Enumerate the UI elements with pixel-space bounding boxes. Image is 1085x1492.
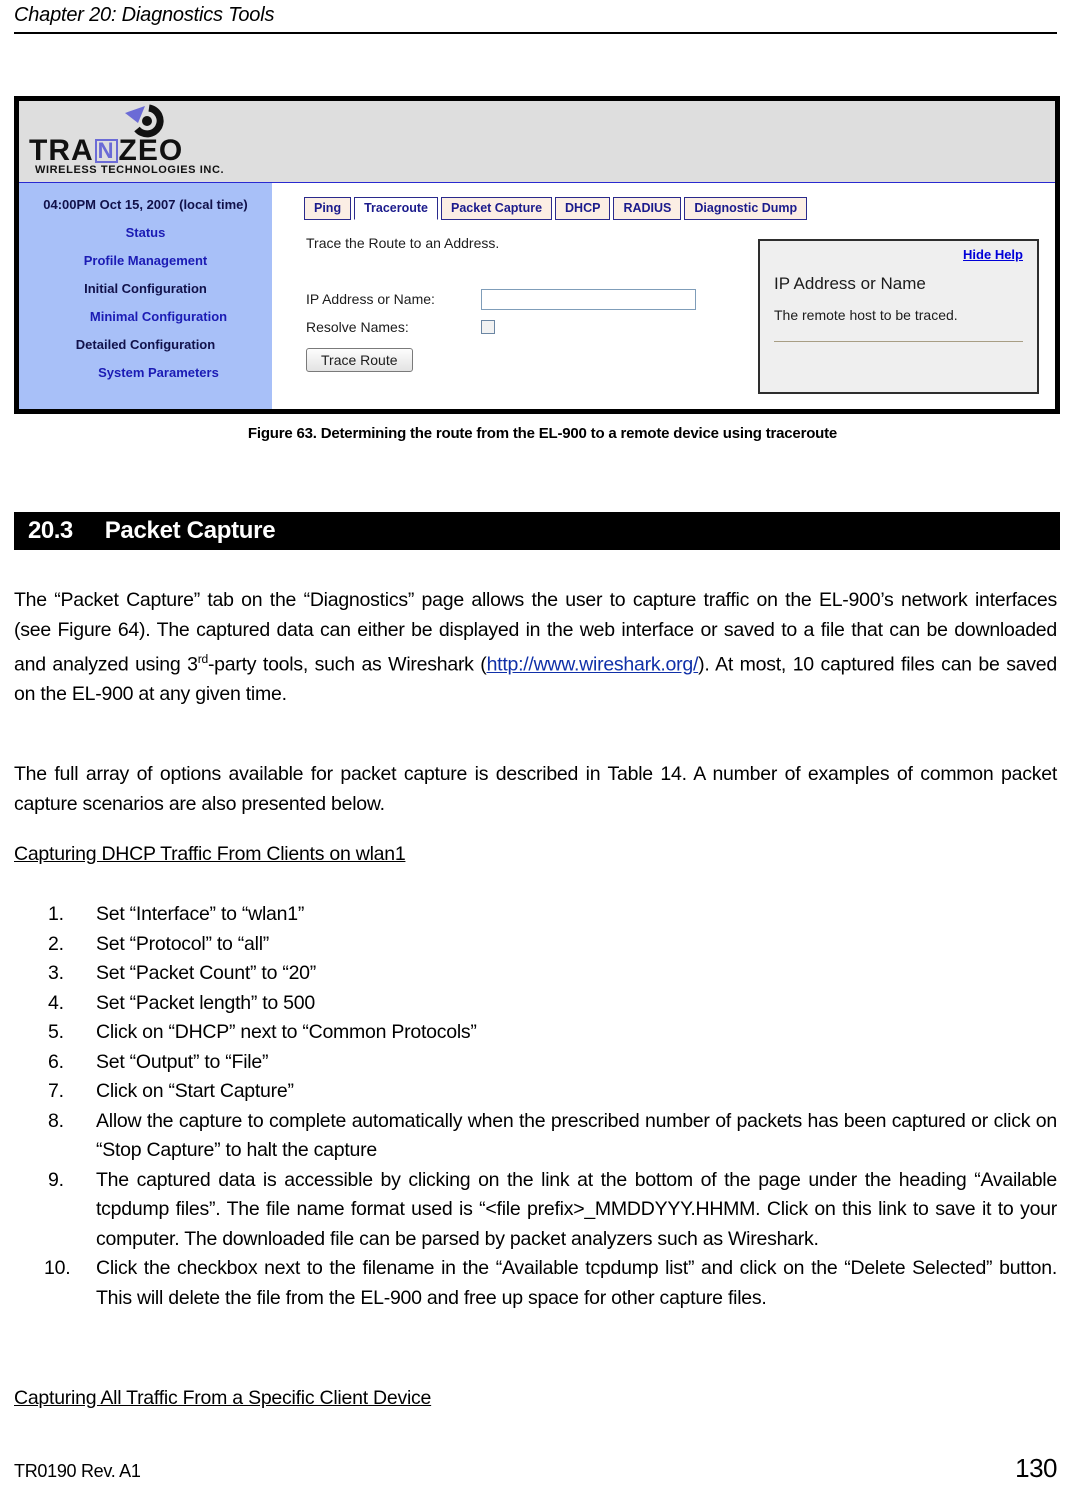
- ui-main-content: Ping Traceroute Packet Capture DHCP RADI…: [272, 183, 1055, 409]
- section-heading-bar: 20.3 Packet Capture: [14, 512, 1060, 550]
- section-number: 20.3: [28, 517, 73, 544]
- list-item-marker: 8.: [48, 1109, 64, 1132]
- ui-banner: TRA N ZEO WIRELESS TECHNOLOGIES INC.: [19, 101, 1055, 183]
- subheading-capturing-all-traffic: Capturing All Traffic From a Specific Cl…: [14, 1387, 432, 1409]
- tranzeo-wordmark: TRA N ZEO: [29, 134, 261, 167]
- chapter-title: Chapter 20: Diagnostics Tools: [14, 4, 275, 26]
- list-item-text: Allow the capture to complete automatica…: [96, 1109, 1057, 1162]
- sidebar-item-initial-configuration[interactable]: Initial Configuration: [19, 281, 272, 296]
- help-panel-title: IP Address or Name: [774, 274, 926, 293]
- document-id: TR0190 Rev. A1: [14, 1461, 141, 1481]
- sidebar-item-minimal-configuration[interactable]: Minimal Configuration: [19, 309, 272, 324]
- figure-63-screenshot: TRA N ZEO WIRELESS TECHNOLOGIES INC. 04:00…: [14, 96, 1060, 414]
- list-item-marker: 7.: [48, 1080, 64, 1102]
- tab-ping[interactable]: Ping: [304, 197, 352, 220]
- list-item-marker: 1.: [48, 903, 64, 925]
- list-item-text: Click on “Start Capture”: [96, 1080, 294, 1102]
- hide-help-link[interactable]: Hide Help: [774, 247, 1023, 262]
- wireshark-link[interactable]: http://www.wireshark.org/: [487, 654, 699, 676]
- tranzeo-tagline: WIRELESS TECHNOLOGIES INC.: [35, 164, 225, 176]
- page-number: 130: [1015, 1453, 1057, 1483]
- logo-word-part1: TRA: [29, 134, 94, 167]
- sidebar-item-detailed-configuration[interactable]: Detailed Configuration: [19, 337, 272, 352]
- ui-sidebar: 04:00PM Oct 15, 2007 (local time) Status…: [19, 183, 272, 409]
- paragraph1-superscript: rd: [197, 652, 209, 666]
- resolve-names-checkbox[interactable]: [481, 320, 495, 334]
- paragraph-options-overview: The full array of options available for …: [14, 763, 1057, 815]
- list-item-marker: 9.: [48, 1168, 64, 1191]
- paragraph-packet-capture-intro: The “Packet Capture” tab on the “Diagnos…: [14, 586, 1057, 710]
- ip-address-label: IP Address or Name:: [306, 291, 435, 307]
- list-item: 4. Set “Packet length” to 500: [14, 989, 1057, 1019]
- sidebar-clock: 04:00PM Oct 15, 2007 (local time): [43, 197, 248, 212]
- list-item-text: Click the checkbox next to the filename …: [96, 1257, 1057, 1309]
- list-item-text: Set “Interface” to “wlan1”: [96, 903, 305, 925]
- sidebar-item-profile-management[interactable]: Profile Management: [19, 253, 272, 268]
- list-item: 3. Set “Packet Count” to “20”: [14, 959, 1057, 989]
- page-running-header: Chapter 20: Diagnostics Tools: [14, 2, 1071, 34]
- list-item-marker: 5.: [48, 1021, 64, 1043]
- trace-route-button[interactable]: Trace Route: [306, 348, 413, 372]
- page-footer: TR0190 Rev. A1 130: [14, 1453, 1057, 1484]
- help-panel: Hide Help IP Address or Name The remote …: [758, 239, 1039, 394]
- list-item: 1. Set “Interface” to “wlan1”: [14, 900, 1057, 930]
- logo-word-part2: ZEO: [118, 134, 184, 167]
- list-item-text: Set “Packet length” to 500: [96, 991, 315, 1014]
- tab-diagnostic-dump[interactable]: Diagnostic Dump: [684, 197, 808, 220]
- figure-caption: Figure 63. Determining the route from th…: [247, 425, 838, 442]
- resolve-names-label: Resolve Names:: [306, 319, 409, 335]
- list-item-marker: 4.: [48, 991, 64, 1014]
- list-item: 9. The captured data is accessible by cli…: [14, 1166, 1057, 1255]
- list-item: 6. Set “Output” to “File”: [14, 1048, 1057, 1078]
- section-title: Packet Capture: [104, 517, 276, 544]
- list-item-text: Set “Packet Count” to “20”: [96, 962, 317, 984]
- sidebar-item-status[interactable]: Status: [19, 225, 272, 240]
- tab-traceroute[interactable]: Traceroute: [354, 197, 439, 220]
- resolve-names-row: Resolve Names:: [306, 315, 736, 339]
- tranzeo-logo: TRA N ZEO WIRELESS TECHNOLOGIES INC.: [23, 101, 268, 182]
- subheading-capturing-dhcp-traffic: Capturing DHCP Traffic From Clients on w…: [14, 843, 406, 865]
- help-panel-text: The remote host to be traced.: [774, 307, 958, 323]
- tab-packet-capture[interactable]: Packet Capture: [441, 197, 553, 220]
- tab-dhcp[interactable]: DHCP: [555, 197, 611, 220]
- sidebar-item-system-parameters[interactable]: System Parameters: [19, 365, 272, 380]
- list-item: 5. Click on “DHCP” next to “Common Protoc…: [14, 1018, 1057, 1048]
- list-item-marker: 2.: [48, 932, 64, 955]
- list-item: 10. Click the checkbox next to the filena…: [14, 1254, 1057, 1313]
- logo-word-n: N: [94, 139, 118, 163]
- list-item: 2. Set “Protocol” to “all”: [14, 930, 1057, 960]
- traceroute-intro-text: Trace the Route to an Address.: [306, 235, 500, 251]
- ip-address-row: IP Address or Name:: [306, 287, 736, 311]
- tab-radius[interactable]: RADIUS: [613, 197, 682, 220]
- list-item-text: Set “Protocol” to “all”: [96, 932, 270, 955]
- header-divider-rule: [14, 32, 1057, 34]
- list-item-text: Set “Output” to “File”: [96, 1050, 269, 1073]
- traceroute-form: IP Address or Name: Resolve Names: Trace…: [306, 287, 736, 372]
- help-panel-divider: [774, 341, 1023, 342]
- list-item-marker: 10.: [44, 1257, 71, 1279]
- diagnostics-tabstrip: Ping Traceroute Packet Capture DHCP RADI…: [304, 197, 810, 220]
- steps-list: 1. Set “Interface” to “wlan1” 2. Set “Prot…: [14, 900, 1057, 1313]
- list-item: 8. Allow the capture to complete automati…: [14, 1107, 1057, 1166]
- list-item-text: The captured data is accessible by click…: [96, 1168, 1057, 1250]
- tranzeo-web-ui: TRA N ZEO WIRELESS TECHNOLOGIES INC. 04:00…: [19, 101, 1055, 409]
- paragraph1-part2: -party tools, such as Wireshark (: [207, 653, 487, 676]
- list-item: 7. Click on “Start Capture”: [14, 1077, 1057, 1107]
- list-item-marker: 3.: [48, 962, 64, 984]
- list-item-text: Click on “DHCP” next to “Common Protocol…: [96, 1021, 477, 1043]
- list-item-marker: 6.: [48, 1050, 64, 1073]
- ip-address-input[interactable]: [481, 288, 696, 310]
